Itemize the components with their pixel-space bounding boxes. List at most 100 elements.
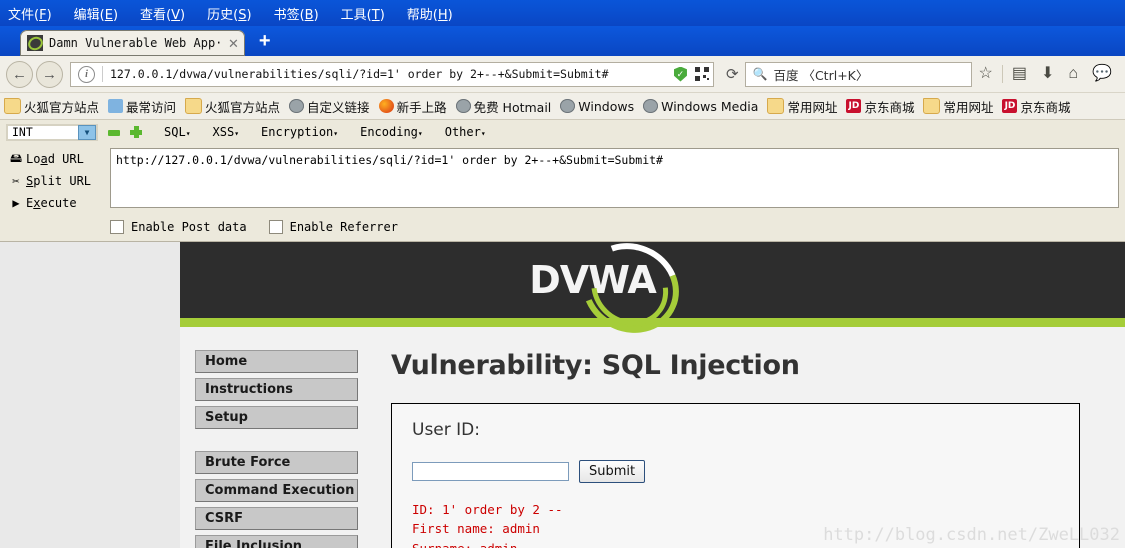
home-icon[interactable]: ⌂ — [1068, 66, 1078, 82]
globe-icon — [455, 99, 471, 113]
load-url-button[interactable]: 🖴 Load URL — [6, 148, 110, 170]
bookmark-label: 常用网址 — [943, 99, 994, 115]
menu-accel: E — [104, 7, 113, 23]
hackbar-main-row: 🖴 Load URL ✂ Split URL ▶ Execute http://… — [0, 144, 1125, 214]
bookmark-label: 火狐官方站点 — [205, 99, 281, 115]
enable-referrer-checkbox[interactable] — [268, 220, 283, 234]
qrcode-icon[interactable] — [694, 67, 709, 81]
folder-icon — [185, 98, 203, 114]
divider — [1001, 65, 1003, 83]
sidebar-item-command-execution[interactable]: Command Execution — [195, 479, 358, 502]
enable-post-data-label: Enable Post data — [131, 220, 247, 234]
type-select-value: INT — [12, 125, 33, 139]
result-line-surname: Surname: admin — [412, 539, 1059, 548]
menu-item-view[interactable]: 查看(V) — [140, 4, 185, 23]
downloads-icon[interactable]: ⬇ — [1041, 66, 1054, 82]
menu-label: 编辑 — [73, 7, 100, 23]
user-id-form: Submit — [412, 460, 1059, 483]
menu-label: Encoding — [360, 125, 418, 139]
result-line-first-name: First name: admin — [412, 521, 540, 537]
bookmark-label: 京东商城 — [864, 99, 915, 115]
new-tab-button[interactable]: + — [259, 30, 271, 53]
security-shield-icon[interactable]: ✓ — [673, 66, 687, 82]
bookmark-item[interactable]: JD 京东商城 — [846, 97, 914, 116]
bookmark-label: 自定义链接 — [307, 99, 370, 115]
dvwa-header: DVWA — [180, 242, 1125, 349]
menu-sql[interactable]: SQL▾ — [164, 125, 191, 139]
bookmark-label: 最常访问 — [126, 99, 177, 115]
play-icon: ▶ — [12, 196, 20, 210]
sidebar-item-brute-force[interactable]: Brute Force — [195, 451, 358, 474]
bookmark-item[interactable]: 火狐官方站点 — [4, 97, 99, 116]
tab-title: Damn Vulnerable Web App··· — [49, 36, 221, 50]
sidebar-item-home[interactable]: Home — [195, 350, 358, 373]
sidebar-item-instructions[interactable]: Instructions — [195, 378, 358, 401]
menu-label: Other — [444, 125, 481, 139]
increase-icon[interactable] — [130, 126, 142, 138]
page-viewport: DVWA Home Instructions Setup Brute Force… — [0, 242, 1125, 548]
reload-button[interactable]: ⟳ — [726, 65, 739, 83]
tab-close-icon[interactable]: ✕ — [228, 37, 239, 50]
dvwa-logo: DVWA — [529, 242, 693, 349]
bookmark-item[interactable]: 常用网址 — [767, 97, 837, 116]
decrease-icon[interactable] — [108, 129, 120, 136]
menu-item-tools[interactable]: 工具(T) — [341, 4, 385, 23]
type-select[interactable]: INT ▼ — [6, 123, 98, 141]
menu-accel: V — [171, 7, 181, 23]
bookmark-item[interactable]: 新手上路 — [378, 97, 447, 116]
bookmarks-toolbar: 火狐官方站点 最常访问 火狐官方站点 自定义链接 新手上路 免费 Hotmail… — [0, 93, 1125, 120]
bookmark-label: 火狐官方站点 — [24, 99, 100, 115]
bookmark-item[interactable]: 自定义链接 — [289, 97, 370, 116]
forward-button[interactable]: → — [36, 60, 63, 88]
user-id-input[interactable] — [412, 462, 569, 481]
menu-item-history[interactable]: 历史(S) — [207, 4, 251, 23]
address-bar[interactable]: i 127.0.0.1/dvwa/vulnerabilities/sqli/?i… — [70, 61, 714, 87]
bookmark-item[interactable]: 最常访问 — [108, 97, 176, 116]
sidebar-item-csrf[interactable]: CSRF — [195, 507, 358, 530]
submit-button[interactable]: Submit — [579, 460, 646, 483]
enable-post-data-checkbox[interactable] — [110, 220, 124, 234]
bookmark-item[interactable]: Windows — [560, 99, 634, 114]
menu-item-file[interactable]: 文件(F) — [8, 4, 52, 23]
menu-label: 查看 — [140, 7, 167, 23]
site-identity-icon[interactable]: i — [78, 65, 95, 83]
sidebar-item-file-inclusion[interactable]: File Inclusion — [195, 535, 358, 548]
globe-icon — [643, 99, 659, 113]
menu-label: XSS — [212, 125, 235, 139]
bookmark-item[interactable]: JD 京东商城 — [1002, 97, 1071, 116]
search-bar[interactable]: 🔍 百度 〈Ctrl+K〉 — [744, 61, 972, 87]
menu-accel: F — [39, 7, 47, 23]
menu-item-edit[interactable]: 编辑(E) — [74, 4, 118, 23]
bookmark-item[interactable]: 常用网址 — [923, 97, 993, 116]
hackbar-top-row: INT ▼ SQL▾ XSS▾ Encryption▾ Encoding▾ Ot… — [0, 120, 1125, 144]
split-url-button[interactable]: ✂ Split URL — [6, 170, 110, 192]
back-button[interactable]: ← — [6, 60, 33, 88]
browser-tab[interactable]: Damn Vulnerable Web App··· ✕ — [20, 30, 245, 56]
scissors-icon: ✂ — [12, 174, 20, 188]
bookmark-star-icon[interactable]: ☆ — [979, 66, 993, 82]
tab-strip: Damn Vulnerable Web App··· ✕ + — [0, 26, 1125, 56]
bookmark-label: Windows — [578, 98, 635, 114]
menu-xss[interactable]: XSS▾ — [213, 125, 240, 139]
bookmark-item[interactable]: 火狐官方站点 — [185, 97, 280, 116]
menu-label: SQL — [164, 125, 186, 139]
hackbar-options-row: Enable Post data Enable Referrer — [0, 214, 1125, 241]
chat-bubble-icon[interactable]: 💬 — [1092, 66, 1112, 82]
menu-item-help[interactable]: 帮助(H) — [407, 4, 453, 23]
reader-list-icon[interactable]: ▤ — [1012, 66, 1027, 82]
page-body: Home Instructions Setup Brute Force Comm… — [180, 327, 1125, 548]
folder-icon — [767, 98, 785, 114]
search-icon: 🔍 — [752, 67, 768, 81]
menu-other[interactable]: Other▾ — [445, 125, 486, 139]
menu-encoding[interactable]: Encoding▾ — [360, 125, 423, 139]
chevron-down-icon[interactable]: ▼ — [78, 124, 96, 140]
menu-accel: H — [437, 7, 448, 23]
menu-item-bookmarks[interactable]: 书签(B) — [274, 4, 319, 23]
bookmark-item[interactable]: 免费 Hotmail — [455, 97, 551, 116]
bookmark-item[interactable]: Windows Media — [643, 99, 758, 114]
menu-encryption[interactable]: Encryption▾ — [261, 125, 338, 139]
sidebar-item-setup[interactable]: Setup — [195, 406, 358, 429]
hackbar-url-textarea[interactable]: http://127.0.0.1/dvwa/vulnerabilities/sq… — [110, 148, 1119, 208]
execute-button[interactable]: ▶ Execute — [6, 192, 110, 214]
globe-icon — [289, 99, 305, 113]
